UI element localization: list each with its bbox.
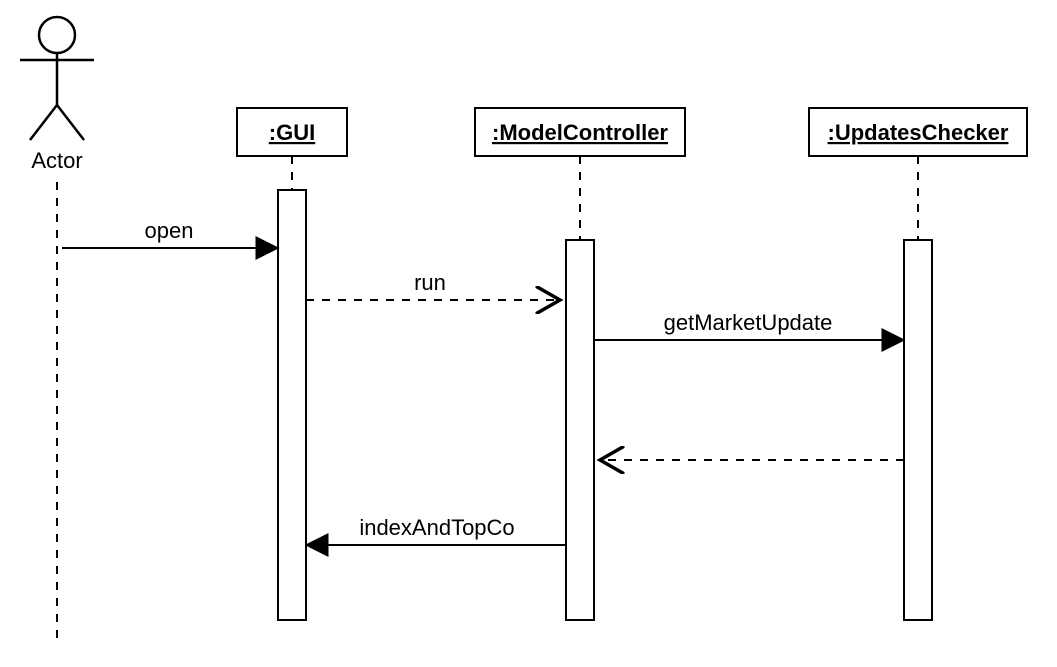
message-indexandtopco-label: indexAndTopCo (359, 515, 514, 540)
message-getmarketupdate-label: getMarketUpdate (664, 310, 833, 335)
sequence-diagram: Actor :GUI :ModelController :UpdatesChec… (0, 0, 1057, 667)
actor-label: Actor (31, 148, 82, 173)
lifeline-model-label: :ModelController (492, 120, 668, 145)
message-open-label: open (145, 218, 194, 243)
lifeline-gui: :GUI (237, 108, 347, 620)
message-indexandtopco: indexAndTopCo (308, 515, 566, 545)
message-getmarketupdate: getMarketUpdate (594, 310, 902, 340)
message-run-label: run (414, 270, 446, 295)
lifeline-gui-label: :GUI (269, 120, 315, 145)
message-run: run (306, 270, 560, 300)
actor: Actor (20, 17, 94, 645)
message-open: open (62, 218, 276, 248)
lifeline-updateschecker: :UpdatesChecker (809, 108, 1027, 620)
lifeline-update-label: :UpdatesChecker (828, 120, 1009, 145)
lifeline-modelcontroller: :ModelController (475, 108, 685, 620)
